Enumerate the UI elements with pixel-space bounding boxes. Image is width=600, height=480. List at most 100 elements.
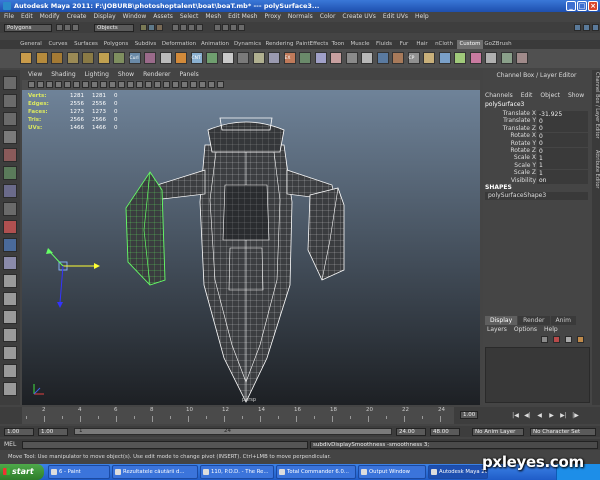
- close-button[interactable]: ×: [588, 1, 598, 11]
- shelf-tool-icon[interactable]: EX: [283, 52, 296, 64]
- shelf-tool-icon[interactable]: [438, 52, 451, 64]
- shelf-tool-icon[interactable]: [66, 52, 79, 64]
- viewport-tool-icon[interactable]: [64, 81, 71, 88]
- viewport-tool-icon[interactable]: [154, 81, 161, 88]
- shelf-tool-icon[interactable]: [314, 52, 327, 64]
- playback-button[interactable]: ◀|: [524, 412, 531, 419]
- layer-list[interactable]: [485, 347, 590, 403]
- viewport-tool-icon[interactable]: [100, 81, 107, 88]
- scale-tool-icon[interactable]: [3, 166, 17, 180]
- menu-help[interactable]: Help: [415, 12, 429, 22]
- shelf-tool-icon[interactable]: [35, 52, 48, 64]
- viewport-tool-icon[interactable]: [217, 81, 224, 88]
- maximize-button[interactable]: □: [577, 1, 587, 11]
- boat-windshield[interactable]: [207, 117, 285, 153]
- selection-mode-field[interactable]: Objects: [94, 23, 134, 32]
- viewport-tool-icon[interactable]: [190, 81, 197, 88]
- viewport-tool-icon[interactable]: [181, 81, 188, 88]
- shelf-tool-icon[interactable]: [175, 52, 187, 64]
- shelf-tab-fur[interactable]: Fur: [396, 40, 412, 49]
- move-manipulator[interactable]: [46, 248, 100, 308]
- anim-layer-dropdown[interactable]: No Anim Layer: [472, 427, 524, 436]
- shelf-tool-icon[interactable]: [485, 52, 497, 64]
- shelf-tool-icon[interactable]: [454, 52, 466, 64]
- menu-edit-uvs[interactable]: Edit UVs: [383, 12, 408, 22]
- menu-color[interactable]: Color: [320, 12, 336, 22]
- layout-graph-icon[interactable]: [3, 346, 17, 360]
- viewport-menu-shading[interactable]: Shading: [51, 70, 75, 80]
- shelf-tab-toon[interactable]: Toon: [329, 40, 347, 49]
- layer-options-icon[interactable]: [541, 336, 548, 343]
- channel-menu-object[interactable]: Object: [540, 92, 560, 100]
- layout-hypershade-icon[interactable]: [3, 364, 17, 378]
- playback-start-field[interactable]: 1.00: [38, 427, 68, 436]
- layout-side-icon[interactable]: [3, 310, 17, 324]
- shelf-tool-icon[interactable]: [516, 52, 528, 64]
- snap-curve-icon[interactable]: [180, 24, 187, 31]
- ipr-render-icon[interactable]: [230, 24, 237, 31]
- layer-tab-display[interactable]: Display: [485, 316, 518, 325]
- shelf-tab-rendering[interactable]: Rendering: [264, 40, 295, 49]
- viewport-tool-icon[interactable]: [28, 81, 35, 88]
- menu-normals[interactable]: Normals: [288, 12, 313, 22]
- taskbar-task-autodesk-maya-2011[interactable]: Autodesk Maya 2011:...: [428, 465, 488, 479]
- layout-four-icon[interactable]: [3, 292, 17, 306]
- playback-button[interactable]: ▶: [548, 412, 555, 419]
- boat-hull[interactable]: [199, 144, 293, 403]
- shelf-tool-icon[interactable]: CP: [407, 52, 420, 64]
- menu-modify[interactable]: Modify: [40, 12, 60, 22]
- menu-assets[interactable]: Assets: [153, 12, 173, 22]
- viewport-tool-icon[interactable]: [136, 81, 143, 88]
- channel-menu-channels[interactable]: Channels: [485, 92, 513, 100]
- rotate-tool-icon[interactable]: [3, 148, 17, 162]
- shelf-tool-icon[interactable]: [97, 52, 110, 64]
- shape-node-name[interactable]: polySurfaceShape3: [485, 192, 588, 200]
- viewport-tool-icon[interactable]: [82, 81, 89, 88]
- shelf-tool-icon[interactable]: [361, 52, 373, 64]
- shelf-tool-icon[interactable]: [159, 52, 172, 64]
- viewport-tool-icon[interactable]: [163, 81, 170, 88]
- viewport-tool-icon[interactable]: [199, 81, 206, 88]
- save-scene-icon[interactable]: [72, 24, 79, 31]
- taskbar-task-output-window[interactable]: Output Window: [358, 465, 426, 479]
- shelf-tab-painteffects[interactable]: PaintEffects: [296, 40, 328, 49]
- boat-model[interactable]: persp: [22, 90, 480, 405]
- paint-select-icon[interactable]: [3, 112, 17, 126]
- shelf-tab-gozbrush[interactable]: GoZBrush: [484, 40, 512, 49]
- menu-create[interactable]: Create: [67, 12, 87, 22]
- start-time-field[interactable]: 1.00: [4, 427, 34, 436]
- select-tool-icon[interactable]: [3, 76, 17, 90]
- shelf-tab-curves[interactable]: Curves: [45, 40, 71, 49]
- shelf-tool-icon[interactable]: [144, 52, 156, 64]
- selected-object-name[interactable]: polySurface3: [485, 101, 524, 109]
- menu-create-uvs[interactable]: Create UVs: [342, 12, 375, 22]
- taskbar-task-6-paint[interactable]: 6 - Paint: [48, 465, 110, 479]
- shelf-tool-icon[interactable]: [392, 52, 404, 64]
- end-time-field[interactable]: 48.00: [430, 427, 460, 436]
- lasso-tool-icon[interactable]: [3, 94, 17, 108]
- shelf-tab-hair[interactable]: Hair: [413, 40, 431, 49]
- time-slider-track[interactable]: 2 4 6 8 10 12 14 16 18 20 22 24: [22, 407, 454, 424]
- attr-value-field[interactable]: on: [537, 177, 588, 185]
- taskbar-task-rezultatele-c-ut-rii[interactable]: Rezultatele căutării d...: [112, 465, 198, 479]
- playback-button[interactable]: |◀: [512, 412, 519, 419]
- shelf-tool-icon[interactable]: [330, 52, 342, 64]
- shelf-tab-fluids[interactable]: Fluids: [373, 40, 395, 49]
- layer-visibility-icon[interactable]: [577, 336, 584, 343]
- layout-outliner-icon[interactable]: [3, 328, 17, 342]
- shelf-tool-icon[interactable]: [221, 52, 234, 64]
- shelf-tool-icon[interactable]: CNT: [190, 52, 203, 64]
- layer-tab-render[interactable]: Render: [518, 316, 550, 325]
- shelf-tool-icon[interactable]: [252, 52, 265, 64]
- viewport-tool-icon[interactable]: [91, 81, 98, 88]
- viewport-canvas[interactable]: Verts: 1281 1281 0 Edges: 2556 2556 0 Faces: 1273…: [22, 90, 480, 405]
- layout-single-icon[interactable]: [3, 274, 17, 288]
- menu-mesh[interactable]: Mesh: [205, 12, 221, 22]
- channel-menu-edit[interactable]: Edit: [521, 92, 533, 100]
- playback-end-field[interactable]: 24.00: [396, 427, 426, 436]
- current-frame-field[interactable]: 1.00: [460, 411, 478, 419]
- show-manipulator-icon[interactable]: [3, 202, 17, 216]
- open-scene-icon[interactable]: [64, 24, 71, 31]
- layer-menu-layers[interactable]: Layers: [487, 326, 507, 334]
- character-set-dropdown[interactable]: No Character Set: [530, 427, 596, 436]
